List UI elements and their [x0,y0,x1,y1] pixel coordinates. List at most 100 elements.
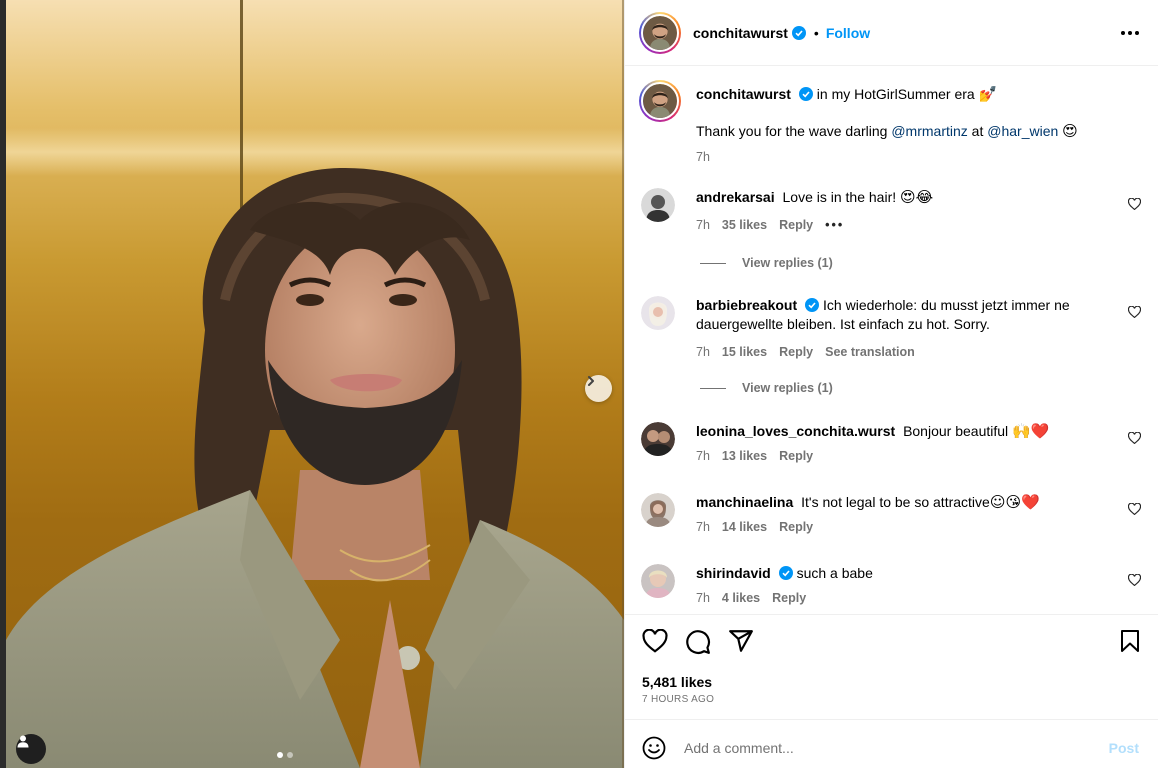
more-options-button[interactable] [1121,31,1139,35]
view-replies-button[interactable]: View replies (1) [700,256,833,270]
user-tag-icon [17,735,29,748]
comment-options-button[interactable]: ••• [825,218,844,232]
see-translation-button[interactable]: See translation [825,345,915,359]
comment-likes[interactable]: 14 likes [722,520,767,534]
post-header: conchitawurst • Follow [625,0,1158,66]
comment-item: barbiebreakout Ich wiederhole: du musst … [641,296,1141,366]
comment-body: andrekarsai Love is in the hair! 😍😂 [696,188,1116,207]
likes-count[interactable]: 5,481 likes [642,674,712,690]
comment-text: such a babe [796,565,873,581]
carousel-dot-active [277,752,283,758]
comment-meta: 7h 14 likes Reply [696,520,813,534]
post-timestamp: 7 HOURS AGO [642,694,715,705]
reply-button[interactable]: Reply [779,345,813,359]
emoji-icon[interactable] [642,736,666,760]
caption-emoji: 💅 [978,85,998,103]
caption-meta: 7h [696,150,710,164]
comment-item: shirindavid such a babe 7h 4 likes Reply [641,564,1141,614]
comment-time: 7h [696,345,710,359]
comment-body: leonina_loves_conchita.wurst Bonjour bea… [696,422,1116,441]
caption-avatar-image [643,84,677,118]
caption-line2: Thank you for the wave darling @mrmartin… [696,122,1136,141]
author-avatar-image [643,15,677,50]
comment-emoji: ☺😘❤️ [989,493,1040,511]
comment-item: manchinaelina It's not legal to be so at… [641,493,1141,543]
commenter-username[interactable]: leonina_loves_conchita.wurst [696,423,895,439]
mention-link[interactable]: @har_wien [987,123,1058,139]
author-username[interactable]: conchitawurst [693,25,788,41]
view-replies-label: View replies (1) [742,256,833,270]
verified-icon [805,298,820,312]
caption-username[interactable]: conchitawurst [696,86,791,102]
comment-item: leonina_loves_conchita.wurst Bonjour bea… [641,422,1141,472]
comment-likes[interactable]: 13 likes [722,449,767,463]
commenter-username[interactable]: andrekarsai [696,189,775,205]
comment-likes[interactable]: 4 likes [722,591,760,605]
commenter-avatar[interactable] [641,493,675,527]
comment-time: 7h [696,449,710,463]
caption-at: at [971,123,984,139]
verified-icon [798,87,813,101]
post-caption: conchitawurst in my HotGirlSummer era 💅 … [639,80,1141,170]
comment-meta: 7h 4 likes Reply [696,591,806,605]
chevron-right-icon [588,376,594,386]
reply-button[interactable]: Reply [779,218,813,232]
carousel-indicator [277,752,293,758]
author-avatar[interactable] [639,11,681,54]
post-comment-button[interactable]: Post [1109,740,1139,756]
comment-likes[interactable]: 15 likes [722,345,767,359]
comments-list[interactable]: conchitawurst in my HotGirlSummer era 💅 … [625,66,1158,614]
comment-text: Bonjour beautiful [903,423,1009,439]
heart-icon[interactable] [1128,503,1141,515]
share-button[interactable] [728,629,754,653]
caption-text: in my HotGirlSummer era [816,86,975,102]
comment-meta: 7h 35 likes Reply ••• [696,218,844,232]
post-actions: 5,481 likes 7 HOURS AGO [625,614,1158,718]
comment-likes[interactable]: 35 likes [722,218,767,232]
like-button[interactable] [642,629,668,653]
caption-time: 7h [696,150,710,164]
photo-left-edge [0,0,6,768]
follow-button[interactable]: Follow [826,25,870,41]
post-side-panel: conchitawurst • Follow conchitawurst in … [624,0,1158,768]
heart-icon[interactable] [1128,432,1141,444]
heart-icon[interactable] [1128,306,1141,318]
reply-button[interactable]: Reply [772,591,806,605]
mention-link[interactable]: @mrmartinz [891,123,967,139]
carousel-next-button[interactable] [585,375,612,402]
verified-icon [778,566,793,580]
commenter-avatar[interactable] [641,188,675,222]
caption-avatar[interactable] [639,80,681,122]
save-button[interactable] [1119,629,1141,653]
comment-meta: 7h 13 likes Reply [696,449,813,463]
user-tag-button[interactable] [16,734,46,764]
comment-meta: 7h 15 likes Reply See translation [696,345,915,359]
portrait-illustration [6,167,624,768]
commenter-username[interactable]: barbiebreakout [696,297,797,313]
commenter-username[interactable]: shirindavid [696,565,771,581]
commenter-avatar[interactable] [641,564,675,598]
carousel-dot [287,752,293,758]
caption-line2-emoji: 😍 [1062,122,1078,140]
caption-line2-text: Thank you for the wave darling [696,123,888,139]
comment-emoji: 🙌❤️ [1012,422,1050,440]
add-comment-bar: Post [625,719,1158,768]
view-replies-button[interactable]: View replies (1) [700,381,833,395]
comment-button[interactable] [685,629,711,655]
comment-body: shirindavid such a babe [696,564,1116,583]
comment-body: manchinaelina It's not legal to be so at… [696,493,1116,512]
comment-text: It's not legal to be so attractive [801,494,990,510]
reply-button[interactable]: Reply [779,449,813,463]
heart-icon[interactable] [1128,198,1141,210]
reply-button[interactable]: Reply [779,520,813,534]
heart-icon[interactable] [1128,574,1141,586]
post-photo [0,0,624,768]
comment-input[interactable] [684,733,1084,763]
more-icon [1121,31,1125,35]
commenter-username[interactable]: manchinaelina [696,494,793,510]
verified-icon [791,25,806,40]
commenter-avatar[interactable] [641,422,675,456]
caption-body: conchitawurst in my HotGirlSummer era 💅 … [696,85,1136,141]
commenter-avatar[interactable] [641,296,675,330]
comment-time: 7h [696,520,710,534]
